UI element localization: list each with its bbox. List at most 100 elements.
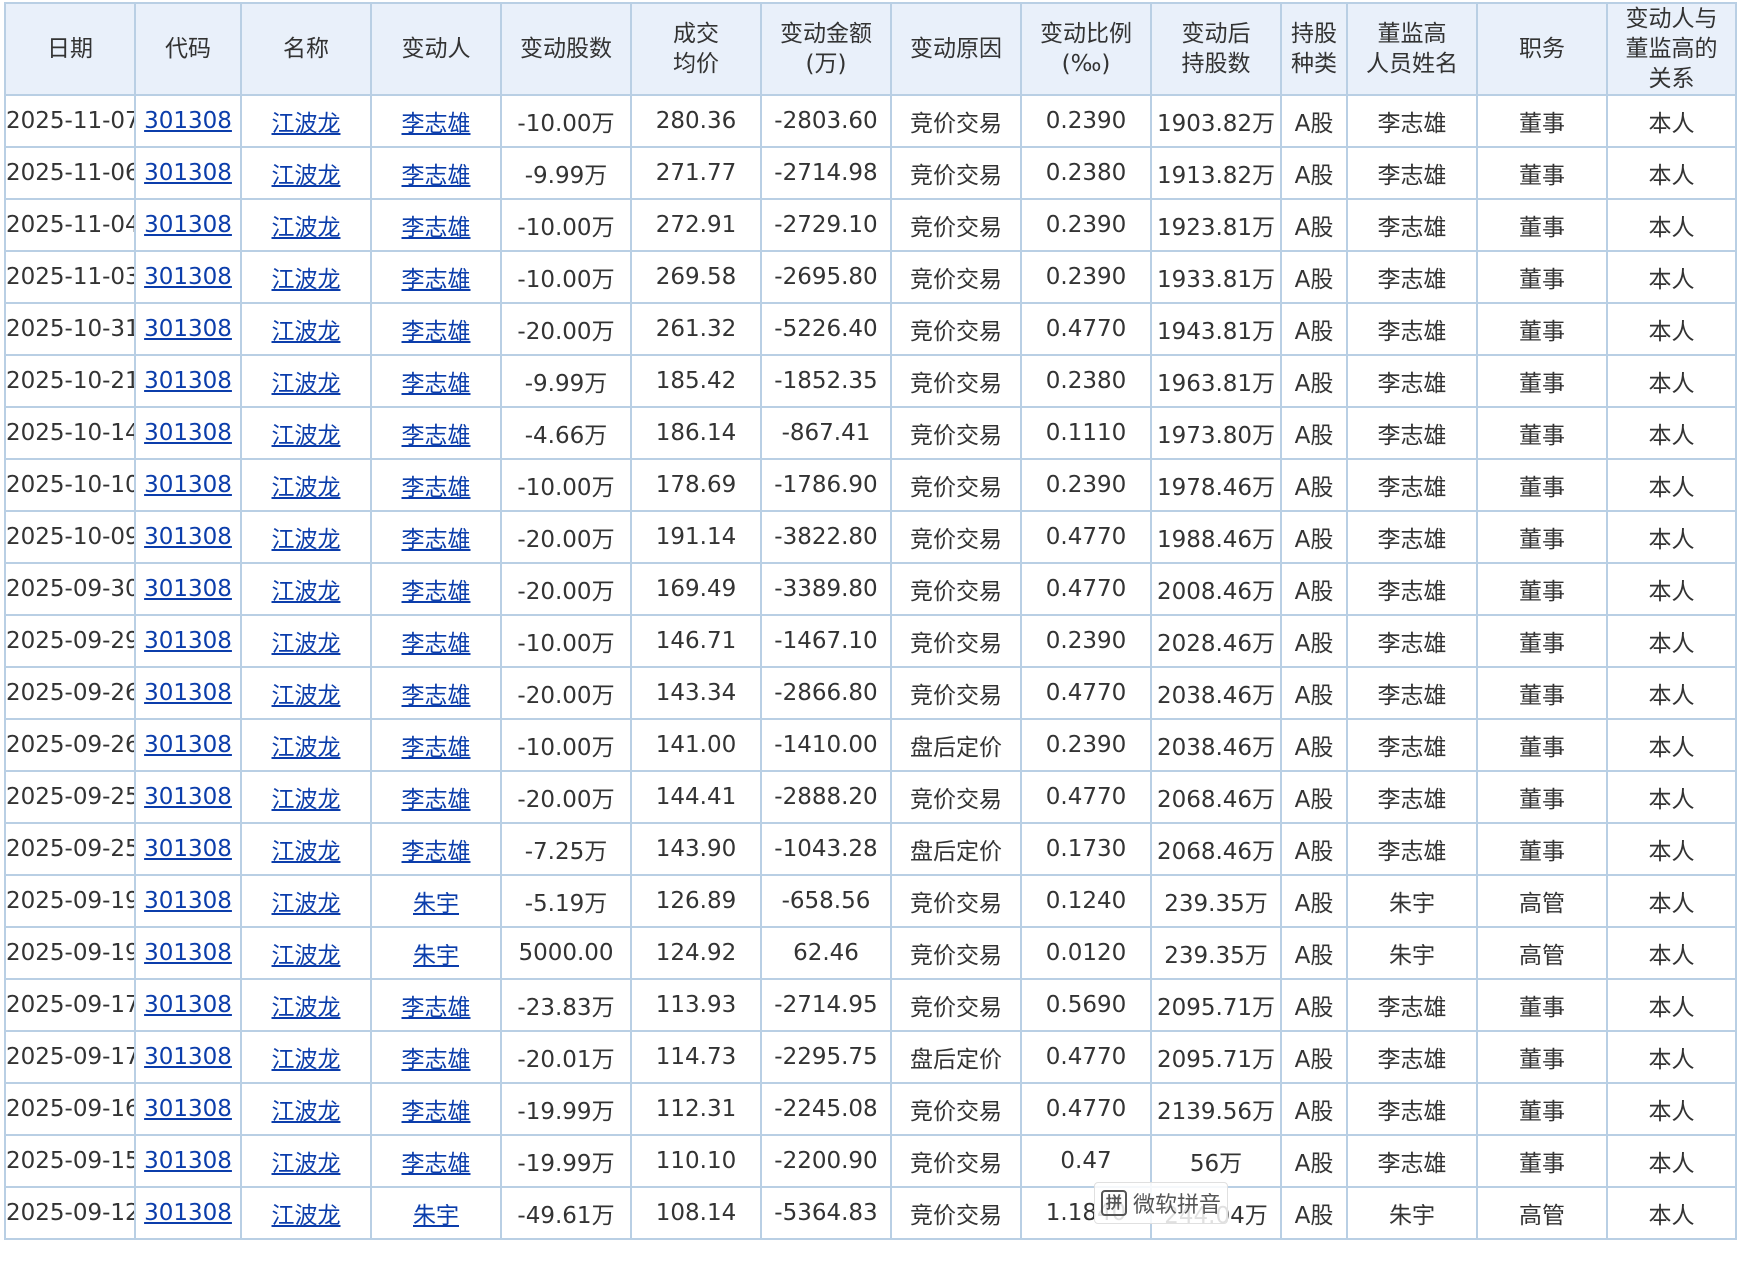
relation-cell: 本人 <box>1606 458 1737 512</box>
table-row: 2025-10-09 301308 江波龙 李志雄 -20.00万 191.14 -3822… <box>4 510 1737 564</box>
stock-name-link[interactable]: 江波龙 <box>272 839 341 865</box>
stock-code-link[interactable]: 301308 <box>144 108 232 134</box>
change-person-link[interactable]: 李志雄 <box>402 1047 471 1073</box>
change-person-link[interactable]: 朱宇 <box>413 1203 459 1229</box>
change-reason-cell: 竞价交易 <box>890 94 1022 148</box>
change-person-cell: 李志雄 <box>370 406 502 460</box>
change-person-link[interactable]: 李志雄 <box>402 579 471 605</box>
stock-name-link[interactable]: 江波龙 <box>272 1203 341 1229</box>
stock-code-link[interactable]: 301308 <box>144 1096 232 1122</box>
stock-name-link[interactable]: 江波龙 <box>272 423 341 449</box>
stock-name-link[interactable]: 江波龙 <box>272 683 341 709</box>
stock-name-link[interactable]: 江波龙 <box>272 1151 341 1177</box>
change-reason-cell: 竞价交易 <box>890 146 1022 200</box>
stock-code-link[interactable]: 301308 <box>144 212 232 238</box>
change-person-link[interactable]: 朱宇 <box>413 891 459 917</box>
stock-name-link[interactable]: 江波龙 <box>272 475 341 501</box>
change-person-link[interactable]: 李志雄 <box>402 475 471 501</box>
changed-shares-cell: -10.00万 <box>500 458 632 512</box>
stock-code-link[interactable]: 301308 <box>144 368 232 394</box>
stock-code-link[interactable]: 301308 <box>144 316 232 342</box>
change-person-link[interactable]: 李志雄 <box>402 735 471 761</box>
relation-cell: 本人 <box>1606 406 1737 460</box>
stock-name-link[interactable]: 江波龙 <box>272 631 341 657</box>
change-person-link[interactable]: 李志雄 <box>402 319 471 345</box>
stock-code-link[interactable]: 301308 <box>144 524 232 550</box>
stock-code-link[interactable]: 301308 <box>144 472 232 498</box>
stock-name-link[interactable]: 江波龙 <box>272 735 341 761</box>
column-header: 日期 <box>4 2 136 96</box>
change-ratio-cell: 0.2390 <box>1020 614 1152 668</box>
change-person-cell: 李志雄 <box>370 250 502 304</box>
table-row: 2025-09-29 301308 江波龙 李志雄 -10.00万 146.71 -1467… <box>4 614 1737 668</box>
stock-name-link[interactable]: 江波龙 <box>272 995 341 1021</box>
change-person-link[interactable]: 李志雄 <box>402 423 471 449</box>
change-person-link[interactable]: 李志雄 <box>402 163 471 189</box>
relation-cell: 本人 <box>1606 874 1737 928</box>
position-cell: 董事 <box>1476 146 1608 200</box>
stock-code-link[interactable]: 301308 <box>144 1148 232 1174</box>
change-person-link[interactable]: 李志雄 <box>402 371 471 397</box>
change-amount-cell: -2200.90 <box>760 1134 892 1188</box>
change-reason-cell: 竞价交易 <box>890 562 1022 616</box>
change-person-link[interactable]: 朱宇 <box>413 943 459 969</box>
change-person-link[interactable]: 李志雄 <box>402 1151 471 1177</box>
stock-code-link[interactable]: 301308 <box>144 264 232 290</box>
stock-name-link[interactable]: 江波龙 <box>272 215 341 241</box>
stock-name-link[interactable]: 江波龙 <box>272 111 341 137</box>
stock-name-link[interactable]: 江波龙 <box>272 943 341 969</box>
ime-toolbar[interactable]: 拼 微软拼音 <box>1094 1182 1229 1224</box>
change-person-link[interactable]: 李志雄 <box>402 839 471 865</box>
stock-name-link[interactable]: 江波龙 <box>272 163 341 189</box>
change-amount-cell: -3822.80 <box>760 510 892 564</box>
change-person-link[interactable]: 李志雄 <box>402 683 471 709</box>
change-person-link[interactable]: 李志雄 <box>402 1099 471 1125</box>
stock-code-link[interactable]: 301308 <box>144 576 232 602</box>
change-person-link[interactable]: 李志雄 <box>402 995 471 1021</box>
stock-code-link[interactable]: 301308 <box>144 160 232 186</box>
change-amount-cell: -867.41 <box>760 406 892 460</box>
stock-name-link[interactable]: 江波龙 <box>272 1099 341 1125</box>
change-person-link[interactable]: 李志雄 <box>402 631 471 657</box>
shares-after-cell: 1943.81万 <box>1150 302 1282 356</box>
change-ratio-cell: 0.4770 <box>1020 510 1152 564</box>
executive-name-cell: 李志雄 <box>1346 1082 1478 1136</box>
stock-code-link[interactable]: 301308 <box>144 1044 232 1070</box>
change-person-link[interactable]: 李志雄 <box>402 267 471 293</box>
change-person-link[interactable]: 李志雄 <box>402 787 471 813</box>
stock-name-link[interactable]: 江波龙 <box>272 787 341 813</box>
stock-code-link[interactable]: 301308 <box>144 888 232 914</box>
stock-code-link[interactable]: 301308 <box>144 628 232 654</box>
shares-after-cell: 2068.46万 <box>1150 822 1282 876</box>
stock-name-link[interactable]: 江波龙 <box>272 371 341 397</box>
date-cell: 2025-09-25 <box>4 770 136 824</box>
stock-code-link[interactable]: 301308 <box>144 420 232 446</box>
change-person-link[interactable]: 李志雄 <box>402 111 471 137</box>
share-type-cell: A股 <box>1280 1186 1348 1240</box>
stock-name-link[interactable]: 江波龙 <box>272 267 341 293</box>
stock-code-link[interactable]: 301308 <box>144 836 232 862</box>
stock-name-link[interactable]: 江波龙 <box>272 891 341 917</box>
stock-code-link[interactable]: 301308 <box>144 992 232 1018</box>
stock-name-link[interactable]: 江波龙 <box>272 1047 341 1073</box>
change-person-link[interactable]: 李志雄 <box>402 527 471 553</box>
change-person-link[interactable]: 李志雄 <box>402 215 471 241</box>
stock-code-link[interactable]: 301308 <box>144 680 232 706</box>
position-cell: 董事 <box>1476 354 1608 408</box>
change-person-cell: 李志雄 <box>370 510 502 564</box>
stock-name-link[interactable]: 江波龙 <box>272 579 341 605</box>
date-cell: 2025-10-14 <box>4 406 136 460</box>
change-ratio-cell: 0.4770 <box>1020 666 1152 720</box>
stock-name-link[interactable]: 江波龙 <box>272 319 341 345</box>
stock-code-link[interactable]: 301308 <box>144 1200 232 1226</box>
stock-code-link[interactable]: 301308 <box>144 940 232 966</box>
stock-code-link[interactable]: 301308 <box>144 732 232 758</box>
ime-label[interactable]: 微软拼音 <box>1133 1187 1221 1219</box>
pinyin-icon[interactable]: 拼 <box>1101 1190 1127 1216</box>
stock-name-link[interactable]: 江波龙 <box>272 527 341 553</box>
position-cell: 董事 <box>1476 250 1608 304</box>
position-cell: 董事 <box>1476 198 1608 252</box>
changed-shares-cell: -20.01万 <box>500 1030 632 1084</box>
change-ratio-cell: 0.5690 <box>1020 978 1152 1032</box>
stock-code-link[interactable]: 301308 <box>144 784 232 810</box>
